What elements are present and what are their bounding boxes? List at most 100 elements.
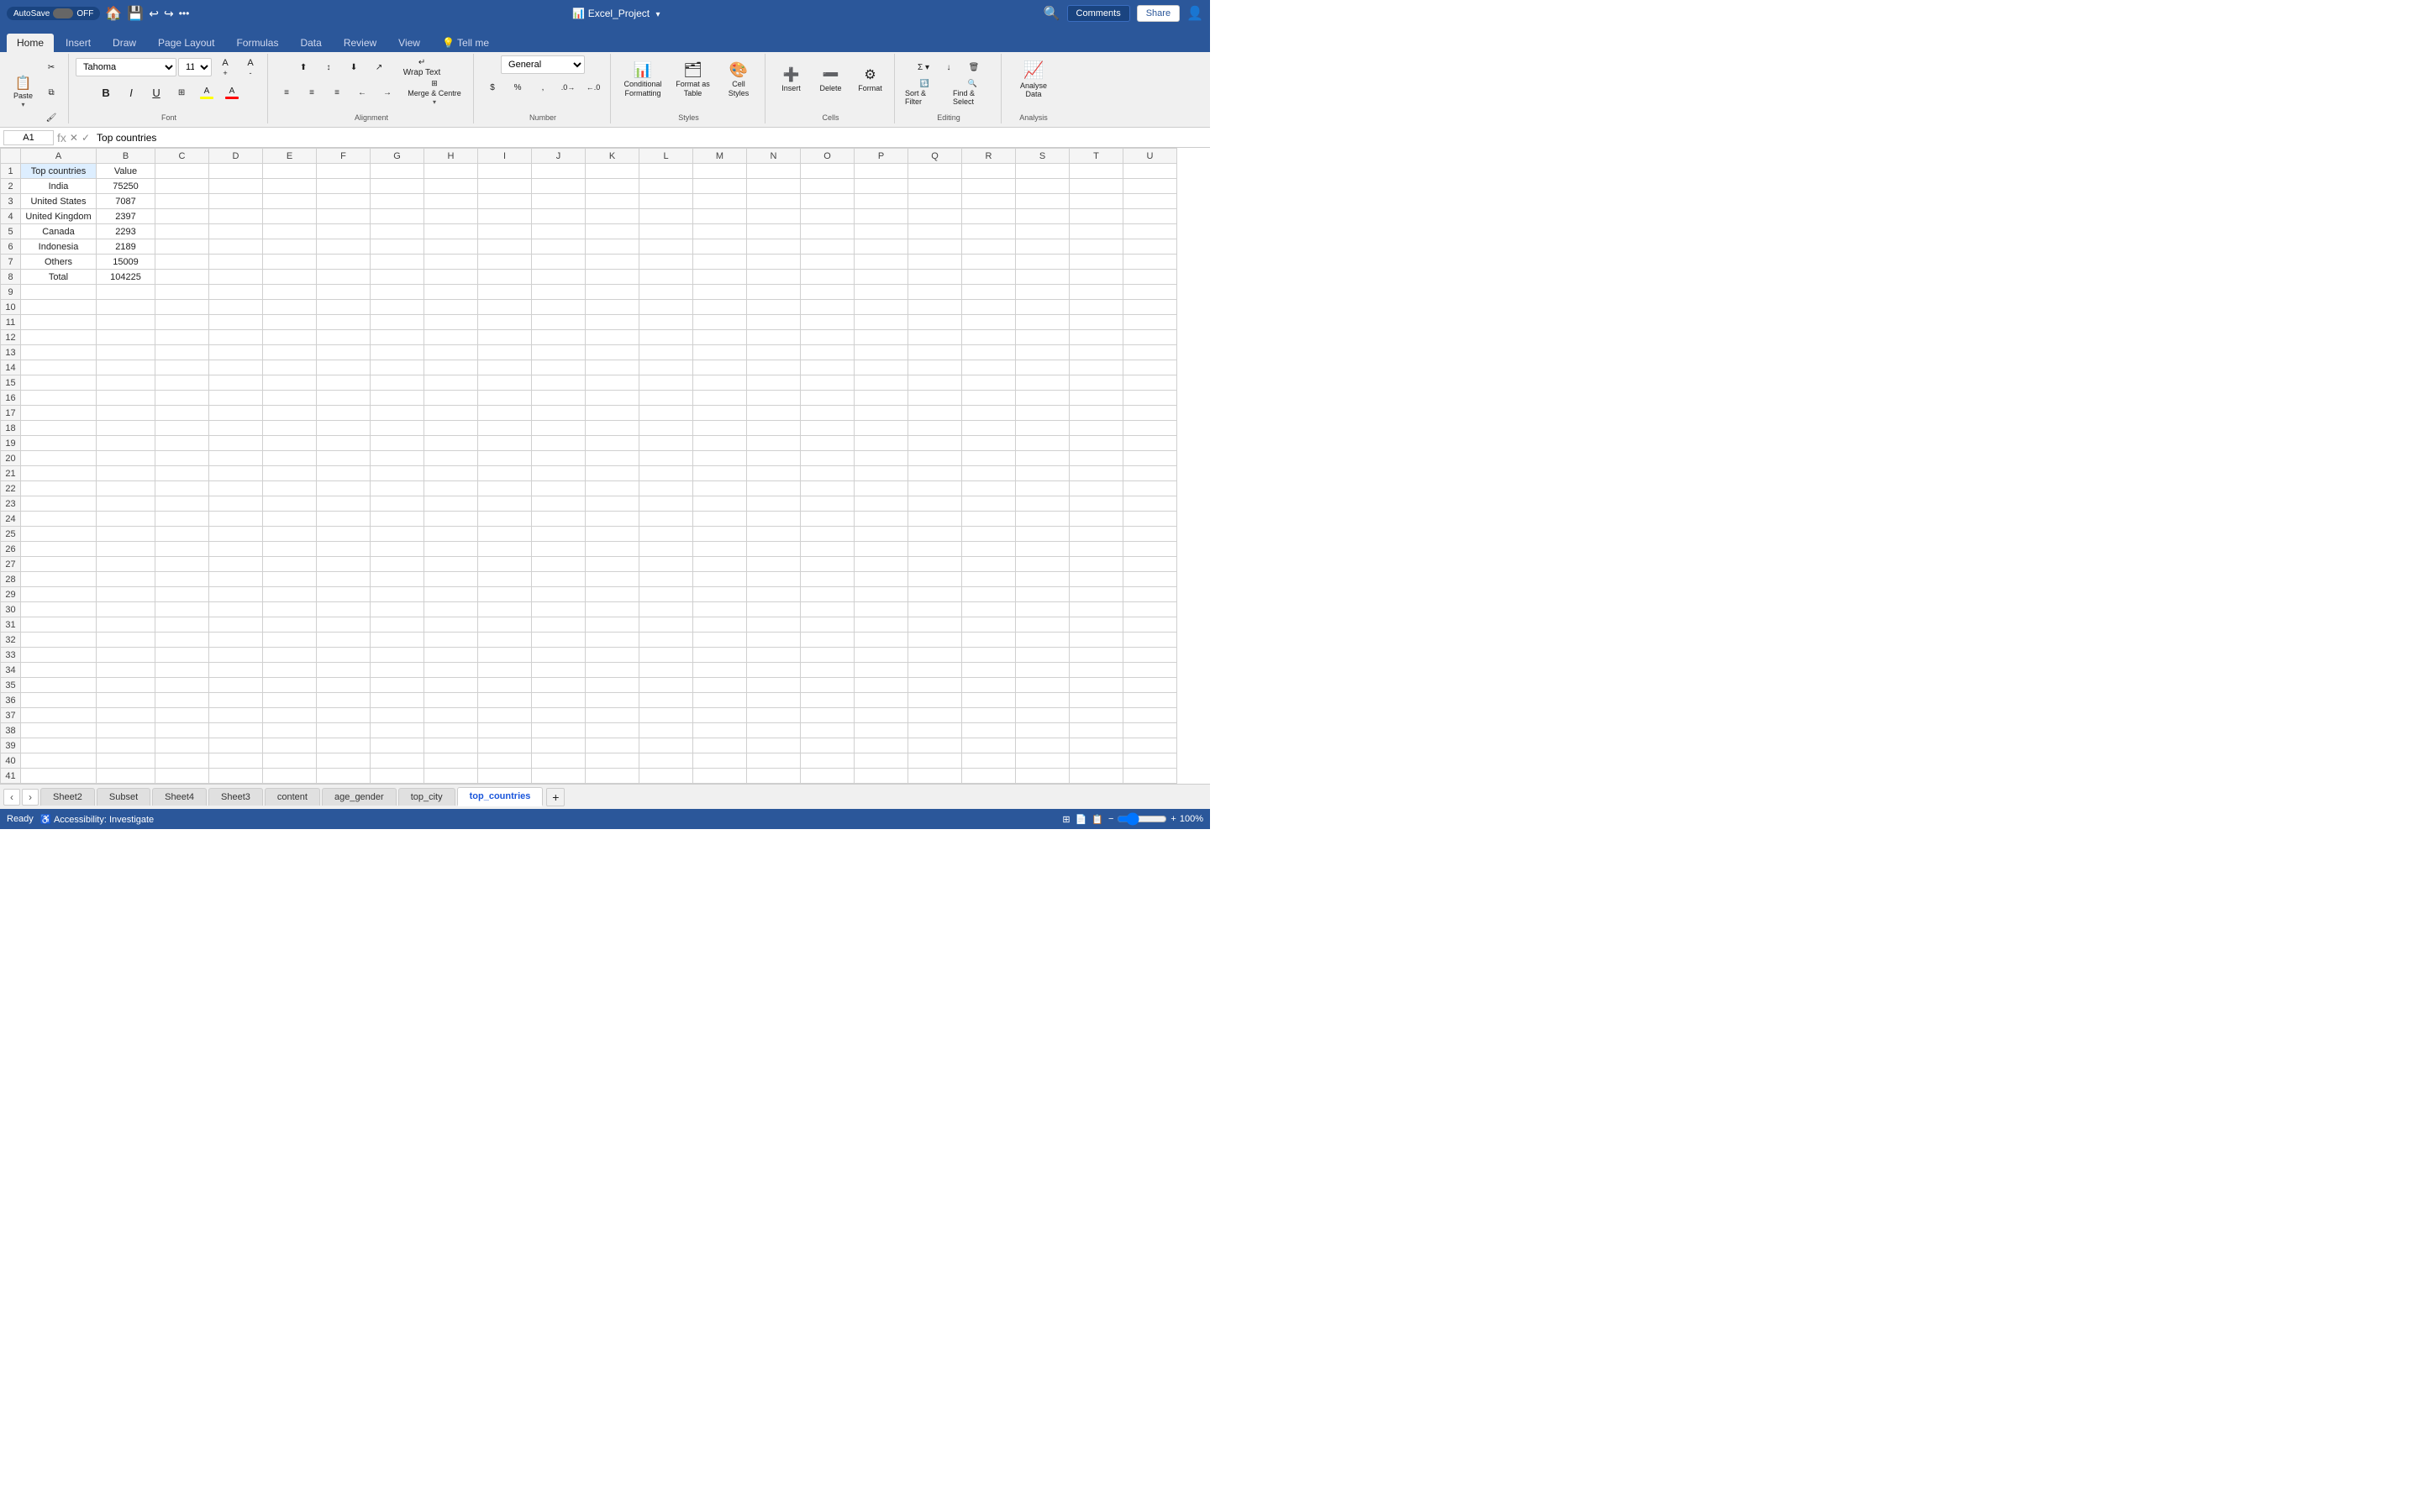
cell-n14[interactable]	[747, 360, 801, 375]
cell-b8[interactable]: 104225	[97, 270, 155, 285]
col-header-a[interactable]: A	[21, 149, 97, 164]
cell-e18[interactable]	[263, 421, 317, 436]
cell-i40[interactable]	[478, 753, 532, 769]
cell-s4[interactable]	[1016, 209, 1070, 224]
cell-c31[interactable]	[155, 617, 209, 633]
cell-c17[interactable]	[155, 406, 209, 421]
cell-e36[interactable]	[263, 693, 317, 708]
cell-f21[interactable]	[317, 466, 371, 481]
cell-b1[interactable]: Value	[97, 164, 155, 179]
cell-l6[interactable]	[639, 239, 693, 255]
cell-j27[interactable]	[532, 557, 586, 572]
cell-n32[interactable]	[747, 633, 801, 648]
col-header-r[interactable]: R	[962, 149, 1016, 164]
cell-m13[interactable]	[693, 345, 747, 360]
cell-p19[interactable]	[855, 436, 908, 451]
cell-k15[interactable]	[586, 375, 639, 391]
cell-l32[interactable]	[639, 633, 693, 648]
cell-d41[interactable]	[209, 769, 263, 784]
cell-i12[interactable]	[478, 330, 532, 345]
cell-q28[interactable]	[908, 572, 962, 587]
cell-r19[interactable]	[962, 436, 1016, 451]
cell-e39[interactable]	[263, 738, 317, 753]
formula-input[interactable]	[93, 130, 1207, 145]
cell-b24[interactable]	[97, 512, 155, 527]
cell-e32[interactable]	[263, 633, 317, 648]
cell-s25[interactable]	[1016, 527, 1070, 542]
cell-c29[interactable]	[155, 587, 209, 602]
cell-t40[interactable]	[1070, 753, 1123, 769]
row-header-7[interactable]: 7	[1, 255, 21, 270]
cell-n28[interactable]	[747, 572, 801, 587]
align-right-button[interactable]: ≡	[325, 81, 349, 104]
cell-q14[interactable]	[908, 360, 962, 375]
cell-u38[interactable]	[1123, 723, 1177, 738]
cell-n9[interactable]	[747, 285, 801, 300]
cell-c6[interactable]	[155, 239, 209, 255]
cell-g39[interactable]	[371, 738, 424, 753]
cell-k18[interactable]	[586, 421, 639, 436]
cell-p28[interactable]	[855, 572, 908, 587]
cell-e14[interactable]	[263, 360, 317, 375]
cell-a36[interactable]	[21, 693, 97, 708]
cell-l23[interactable]	[639, 496, 693, 512]
col-header-i[interactable]: I	[478, 149, 532, 164]
cell-p26[interactable]	[855, 542, 908, 557]
row-header-9[interactable]: 9	[1, 285, 21, 300]
align-top-button[interactable]: ⬆	[292, 55, 315, 79]
cell-q34[interactable]	[908, 663, 962, 678]
cell-f12[interactable]	[317, 330, 371, 345]
cell-t37[interactable]	[1070, 708, 1123, 723]
cell-u30[interactable]	[1123, 602, 1177, 617]
cell-h11[interactable]	[424, 315, 478, 330]
cell-d37[interactable]	[209, 708, 263, 723]
cell-s27[interactable]	[1016, 557, 1070, 572]
cell-r8[interactable]	[962, 270, 1016, 285]
cell-c19[interactable]	[155, 436, 209, 451]
cell-r21[interactable]	[962, 466, 1016, 481]
cell-h3[interactable]	[424, 194, 478, 209]
cell-m17[interactable]	[693, 406, 747, 421]
cell-b9[interactable]	[97, 285, 155, 300]
cell-m38[interactable]	[693, 723, 747, 738]
cell-o16[interactable]	[801, 391, 855, 406]
cell-m25[interactable]	[693, 527, 747, 542]
cell-h15[interactable]	[424, 375, 478, 391]
cell-d7[interactable]	[209, 255, 263, 270]
cell-c21[interactable]	[155, 466, 209, 481]
cell-d33[interactable]	[209, 648, 263, 663]
cell-o8[interactable]	[801, 270, 855, 285]
cell-b36[interactable]	[97, 693, 155, 708]
cell-m29[interactable]	[693, 587, 747, 602]
cell-b16[interactable]	[97, 391, 155, 406]
cell-u14[interactable]	[1123, 360, 1177, 375]
cell-l15[interactable]	[639, 375, 693, 391]
cell-p24[interactable]	[855, 512, 908, 527]
cell-g21[interactable]	[371, 466, 424, 481]
cell-q1[interactable]	[908, 164, 962, 179]
cell-p7[interactable]	[855, 255, 908, 270]
cell-u22[interactable]	[1123, 481, 1177, 496]
cell-j2[interactable]	[532, 179, 586, 194]
cell-j13[interactable]	[532, 345, 586, 360]
row-header-17[interactable]: 17	[1, 406, 21, 421]
cell-t22[interactable]	[1070, 481, 1123, 496]
row-header-32[interactable]: 32	[1, 633, 21, 648]
cell-k36[interactable]	[586, 693, 639, 708]
cell-j16[interactable]	[532, 391, 586, 406]
fill-color-button[interactable]: A	[195, 81, 218, 104]
cell-j24[interactable]	[532, 512, 586, 527]
cell-h23[interactable]	[424, 496, 478, 512]
cell-n38[interactable]	[747, 723, 801, 738]
cell-d30[interactable]	[209, 602, 263, 617]
row-header-2[interactable]: 2	[1, 179, 21, 194]
cell-q3[interactable]	[908, 194, 962, 209]
cell-g24[interactable]	[371, 512, 424, 527]
cell-c14[interactable]	[155, 360, 209, 375]
bold-button[interactable]: B	[94, 81, 118, 104]
col-header-d[interactable]: D	[209, 149, 263, 164]
cell-p32[interactable]	[855, 633, 908, 648]
cell-c22[interactable]	[155, 481, 209, 496]
cell-n18[interactable]	[747, 421, 801, 436]
cell-e7[interactable]	[263, 255, 317, 270]
